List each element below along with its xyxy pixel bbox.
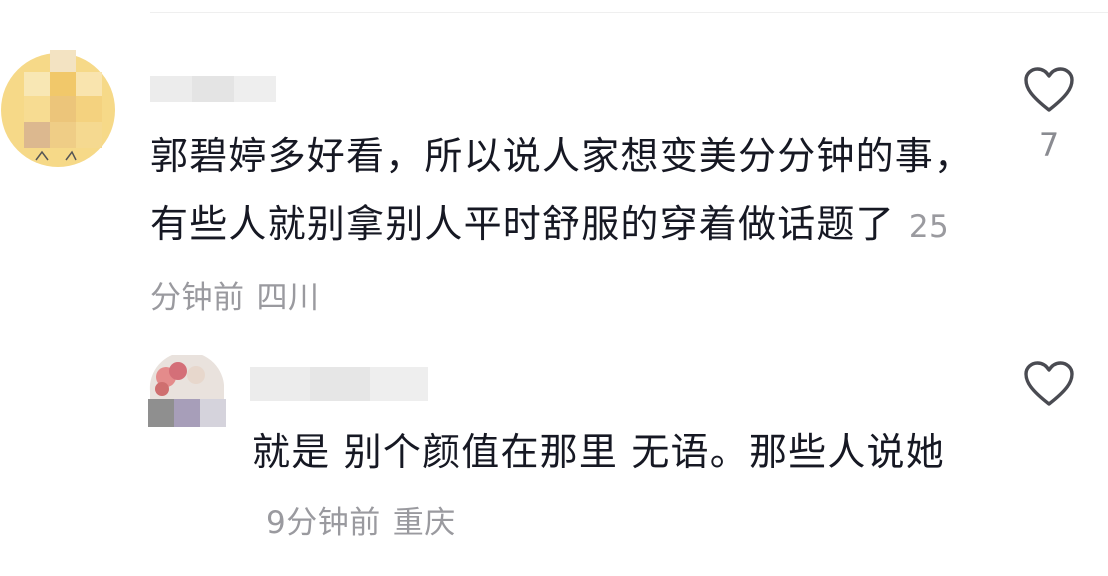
reply-meta: 9分钟前 重庆 bbox=[266, 505, 456, 541]
divider bbox=[150, 12, 1108, 13]
comment-text: 郭碧婷多好看，所以说人家想变美分分钟的事，有些人就别拿别人平时舒服的穿着做话题了… bbox=[150, 122, 980, 332]
avatar[interactable] bbox=[0, 50, 115, 170]
like-count: 7 bbox=[1038, 126, 1060, 164]
like-button[interactable] bbox=[1021, 360, 1077, 420]
comment-body: 郭碧婷多好看，所以说人家想变美分分钟的事，有些人就别拿别人平时舒服的穿着做话题了 bbox=[150, 134, 974, 246]
heart-outline-icon bbox=[1024, 67, 1074, 112]
avatar[interactable] bbox=[148, 355, 226, 427]
comment-location: 四川 bbox=[256, 280, 320, 316]
reply-body: 就是 别个颜值在那里 无语。那些人说她 bbox=[252, 430, 945, 474]
reply-time: 9分钟前 bbox=[266, 505, 381, 541]
like-button[interactable]: 7 bbox=[1021, 66, 1077, 164]
reply-text: 就是 别个颜值在那里 无语。那些人说她 9分钟前 重庆 bbox=[252, 418, 972, 557]
heart-outline-icon bbox=[1024, 361, 1074, 406]
reply-location: 重庆 bbox=[392, 505, 456, 541]
username-redacted[interactable] bbox=[250, 367, 428, 401]
username-redacted[interactable] bbox=[150, 76, 276, 102]
